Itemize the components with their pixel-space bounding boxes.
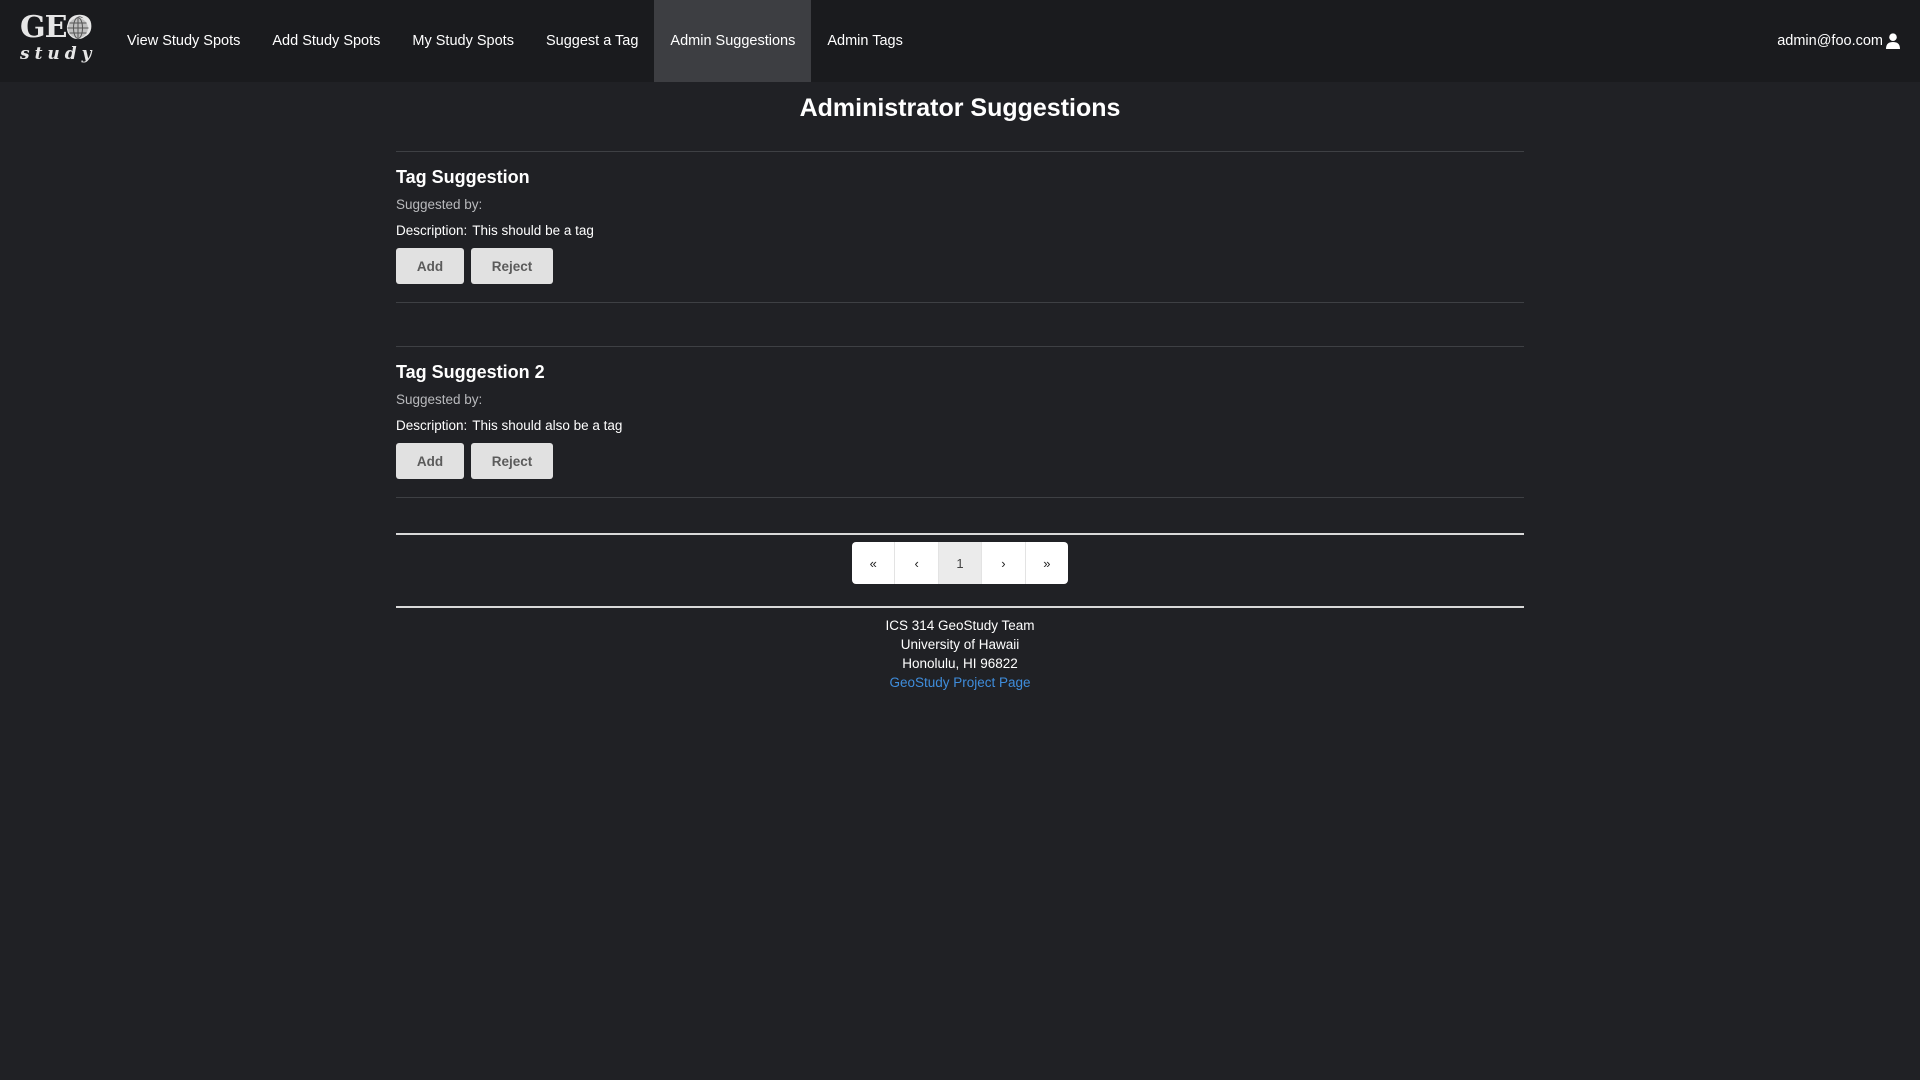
nav-admin-tags[interactable]: Admin Tags: [811, 0, 919, 82]
suggestion-description: Description: This should be a tag: [396, 222, 1524, 240]
top-navbar: GEO study View Study Spots Add Study Spo…: [0, 0, 1920, 82]
suggestion-actions: Add Reject: [396, 443, 1524, 479]
suggestion-title: Tag Suggestion 2: [396, 362, 545, 382]
suggestion-card: Tag Suggestion 2 Suggested by: Descripti…: [396, 346, 1524, 498]
pagination: « ‹ 1 › »: [852, 542, 1068, 584]
page-title: Administrator Suggestions: [799, 94, 1121, 122]
nav-view-study-spots[interactable]: View Study Spots: [111, 0, 256, 82]
footer: ICS 314 GeoStudy Team University of Hawa…: [396, 616, 1524, 692]
footer-university: University of Hawaii: [900, 637, 1020, 652]
divider: [396, 533, 1524, 535]
first-page-button[interactable]: «: [852, 542, 896, 584]
nav-add-study-spots[interactable]: Add Study Spots: [256, 0, 396, 82]
suggested-by-label: Suggested by:: [396, 392, 483, 407]
suggestion-description: Description: This should also be a tag: [396, 417, 1524, 435]
user-icon: [1886, 33, 1900, 49]
main-content: Administrator Suggestions Tag Suggestion…: [396, 82, 1524, 692]
add-button[interactable]: Add: [396, 443, 464, 479]
logo-study-text: study: [20, 44, 97, 64]
page-number-button[interactable]: 1: [938, 542, 983, 584]
footer-address: Honolulu, HI 96822: [902, 656, 1018, 671]
description-label: Description:: [396, 418, 468, 433]
description-label: Description:: [396, 223, 468, 238]
suggested-by-label: Suggested by:: [396, 197, 483, 212]
reject-button[interactable]: Reject: [471, 443, 553, 479]
nav-admin-suggestions[interactable]: Admin Suggestions: [654, 0, 812, 82]
previous-page-button[interactable]: ‹: [895, 542, 939, 584]
user-email: admin@foo.com: [1777, 33, 1883, 49]
next-page-button[interactable]: ›: [982, 542, 1026, 584]
project-page-link[interactable]: GeoStudy Project Page: [889, 675, 1030, 690]
nav-my-study-spots[interactable]: My Study Spots: [396, 0, 530, 82]
suggestion-card: Tag Suggestion Suggested by: Description…: [396, 151, 1524, 303]
divider: [396, 606, 1524, 608]
footer-team: ICS 314 GeoStudy Team: [885, 618, 1035, 633]
description-value: This should also be a tag: [472, 418, 623, 433]
nav-suggest-a-tag[interactable]: Suggest a Tag: [530, 0, 654, 82]
add-button[interactable]: Add: [396, 248, 464, 284]
last-page-button[interactable]: »: [1026, 542, 1068, 584]
geostudy-logo[interactable]: GEO study: [18, 12, 93, 68]
reject-button[interactable]: Reject: [471, 248, 553, 284]
user-menu[interactable]: admin@foo.com: [1777, 0, 1900, 82]
nav-links: View Study Spots Add Study Spots My Stud…: [111, 0, 919, 82]
description-value: This should be a tag: [472, 223, 594, 238]
globe-icon: [66, 16, 90, 40]
suggested-by: Suggested by:: [396, 194, 1524, 216]
suggestion-title: Tag Suggestion: [396, 167, 530, 187]
suggested-by: Suggested by:: [396, 389, 1524, 411]
suggestion-actions: Add Reject: [396, 248, 1524, 284]
